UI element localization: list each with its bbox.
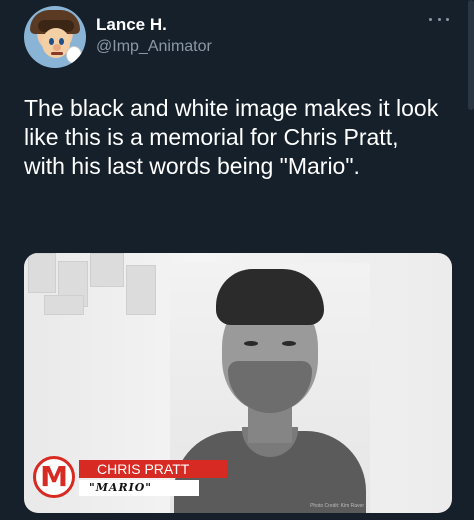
tweet-text: The black and white image makes it look …: [24, 95, 439, 179]
more-options-icon[interactable]: [429, 14, 449, 24]
avatar-eye: [59, 38, 64, 45]
tweet: Lance H. @Imp_Animator The black and whi…: [0, 0, 474, 520]
dot: [437, 17, 441, 21]
avatar[interactable]: [24, 6, 86, 68]
mario-logo-icon: M: [33, 456, 75, 498]
portrait-beard: [228, 361, 312, 413]
avatar-nose: [53, 44, 61, 51]
avatar-glove: [66, 46, 82, 64]
avatar-mouth: [51, 52, 63, 55]
caption-name: CHRIS PRATT: [79, 460, 227, 478]
avatar-eye: [49, 38, 54, 45]
scrollbar[interactable]: [468, 0, 474, 110]
portrait-eye: [282, 341, 296, 346]
caption-quote: "MARIO": [79, 480, 199, 496]
tweet-image[interactable]: Photo Credit: Kim Raver M CHRIS PRATT "M…: [24, 253, 452, 513]
author-handle[interactable]: @Imp_Animator: [96, 38, 212, 56]
background-tiles: [24, 253, 174, 323]
name-caption: M CHRIS PRATT "MARIO": [33, 456, 233, 500]
photo-credit: Photo Credit: Kim Raver: [310, 503, 364, 509]
dot: [429, 17, 432, 21]
author-name[interactable]: Lance H.: [96, 15, 167, 35]
dot: [446, 17, 449, 21]
portrait-eye: [244, 341, 258, 346]
portrait-hair: [216, 269, 324, 325]
